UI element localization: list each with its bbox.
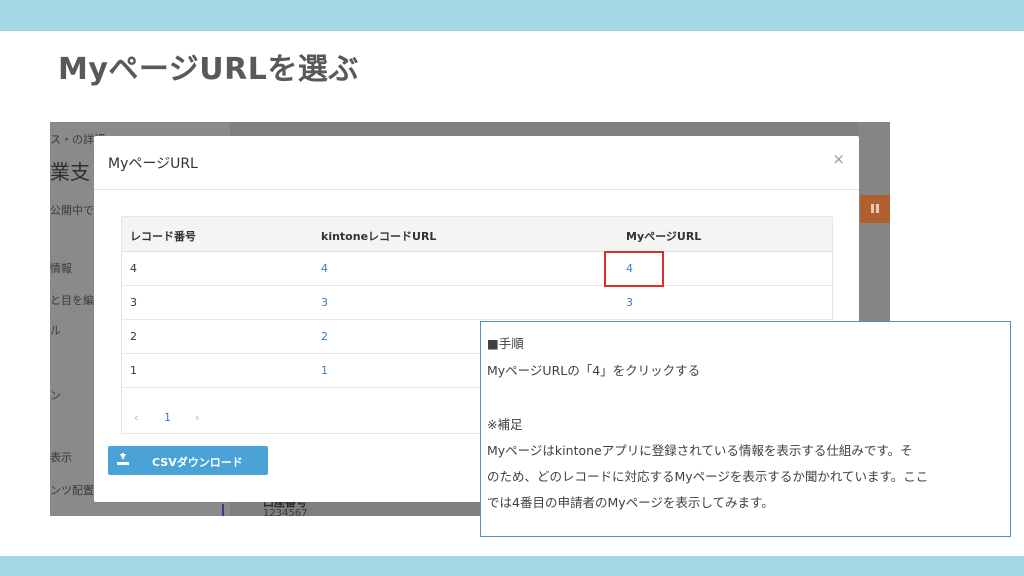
column-header-mypage-url: MyページURL: [626, 230, 702, 243]
background-heading: 業支: [50, 160, 90, 184]
record-number: 1: [130, 364, 137, 377]
slide-title: MyページURLを選ぶ: [58, 52, 359, 87]
table-header: レコード番号 kintoneレコードURL MyページURL: [122, 217, 832, 252]
record-number: 2: [130, 330, 137, 343]
record-number: 3: [130, 296, 137, 309]
table-row: 3 3 3: [122, 286, 832, 320]
note-line: ※補足: [487, 417, 523, 432]
kintone-url-link[interactable]: 2: [321, 330, 328, 343]
background-menu-item: ル: [50, 324, 61, 337]
csv-download-button[interactable]: CSVダウンロード: [108, 446, 268, 475]
pause-icon: [871, 204, 879, 213]
background-menu-item: 表示: [50, 451, 72, 464]
background-account-value: 1234567: [263, 508, 308, 516]
column-header-record: レコード番号: [130, 230, 196, 243]
note-line: ■手順: [487, 336, 524, 351]
close-icon[interactable]: ×: [832, 150, 845, 168]
mypage-url-link[interactable]: 3: [626, 296, 633, 309]
instruction-note: ■手順 MyページURLの「4」をクリックする ※補足 Myページはkinton…: [480, 321, 1011, 537]
kintone-url-link[interactable]: 3: [321, 296, 328, 309]
background-menu-item: と目を編: [50, 294, 94, 307]
table-row: 4 4 4: [122, 252, 832, 286]
note-line: MyページURLの「4」をクリックする: [487, 363, 701, 378]
csv-download-label: CSVダウンロード: [152, 456, 243, 469]
next-page-icon[interactable]: ›: [195, 411, 199, 424]
note-line: Myページはkintoneアプリに登録されている情報を表示する仕組みです。そ: [487, 443, 913, 458]
bottom-decor-band: [0, 556, 1024, 576]
record-number: 4: [130, 262, 137, 275]
background-accent-bar: [222, 504, 224, 516]
note-line: では4番目の申請者のMyページを表示してみます。: [487, 495, 774, 510]
page-1-link[interactable]: 1: [164, 411, 171, 424]
background-menu-item: ンツ配置: [50, 484, 94, 497]
background-pause-button: [860, 195, 890, 223]
note-line: のため、どのレコードに対応するMyページを表示するか聞かれています。ここ: [487, 469, 929, 484]
modal-title: MyページURL: [108, 156, 198, 172]
modal-divider: [94, 189, 859, 190]
background-menu-item: 情報: [50, 262, 72, 275]
download-icon: [117, 453, 129, 466]
top-decor-band: [0, 0, 1024, 31]
kintone-url-link[interactable]: 4: [321, 262, 328, 275]
highlight-box: [604, 251, 664, 287]
prev-page-icon[interactable]: ‹: [134, 411, 138, 424]
column-header-kintone-url: kintoneレコードURL: [321, 230, 437, 243]
background-status: 公開中で: [50, 204, 94, 217]
background-menu-item: ン: [50, 389, 61, 402]
kintone-url-link[interactable]: 1: [321, 364, 328, 377]
